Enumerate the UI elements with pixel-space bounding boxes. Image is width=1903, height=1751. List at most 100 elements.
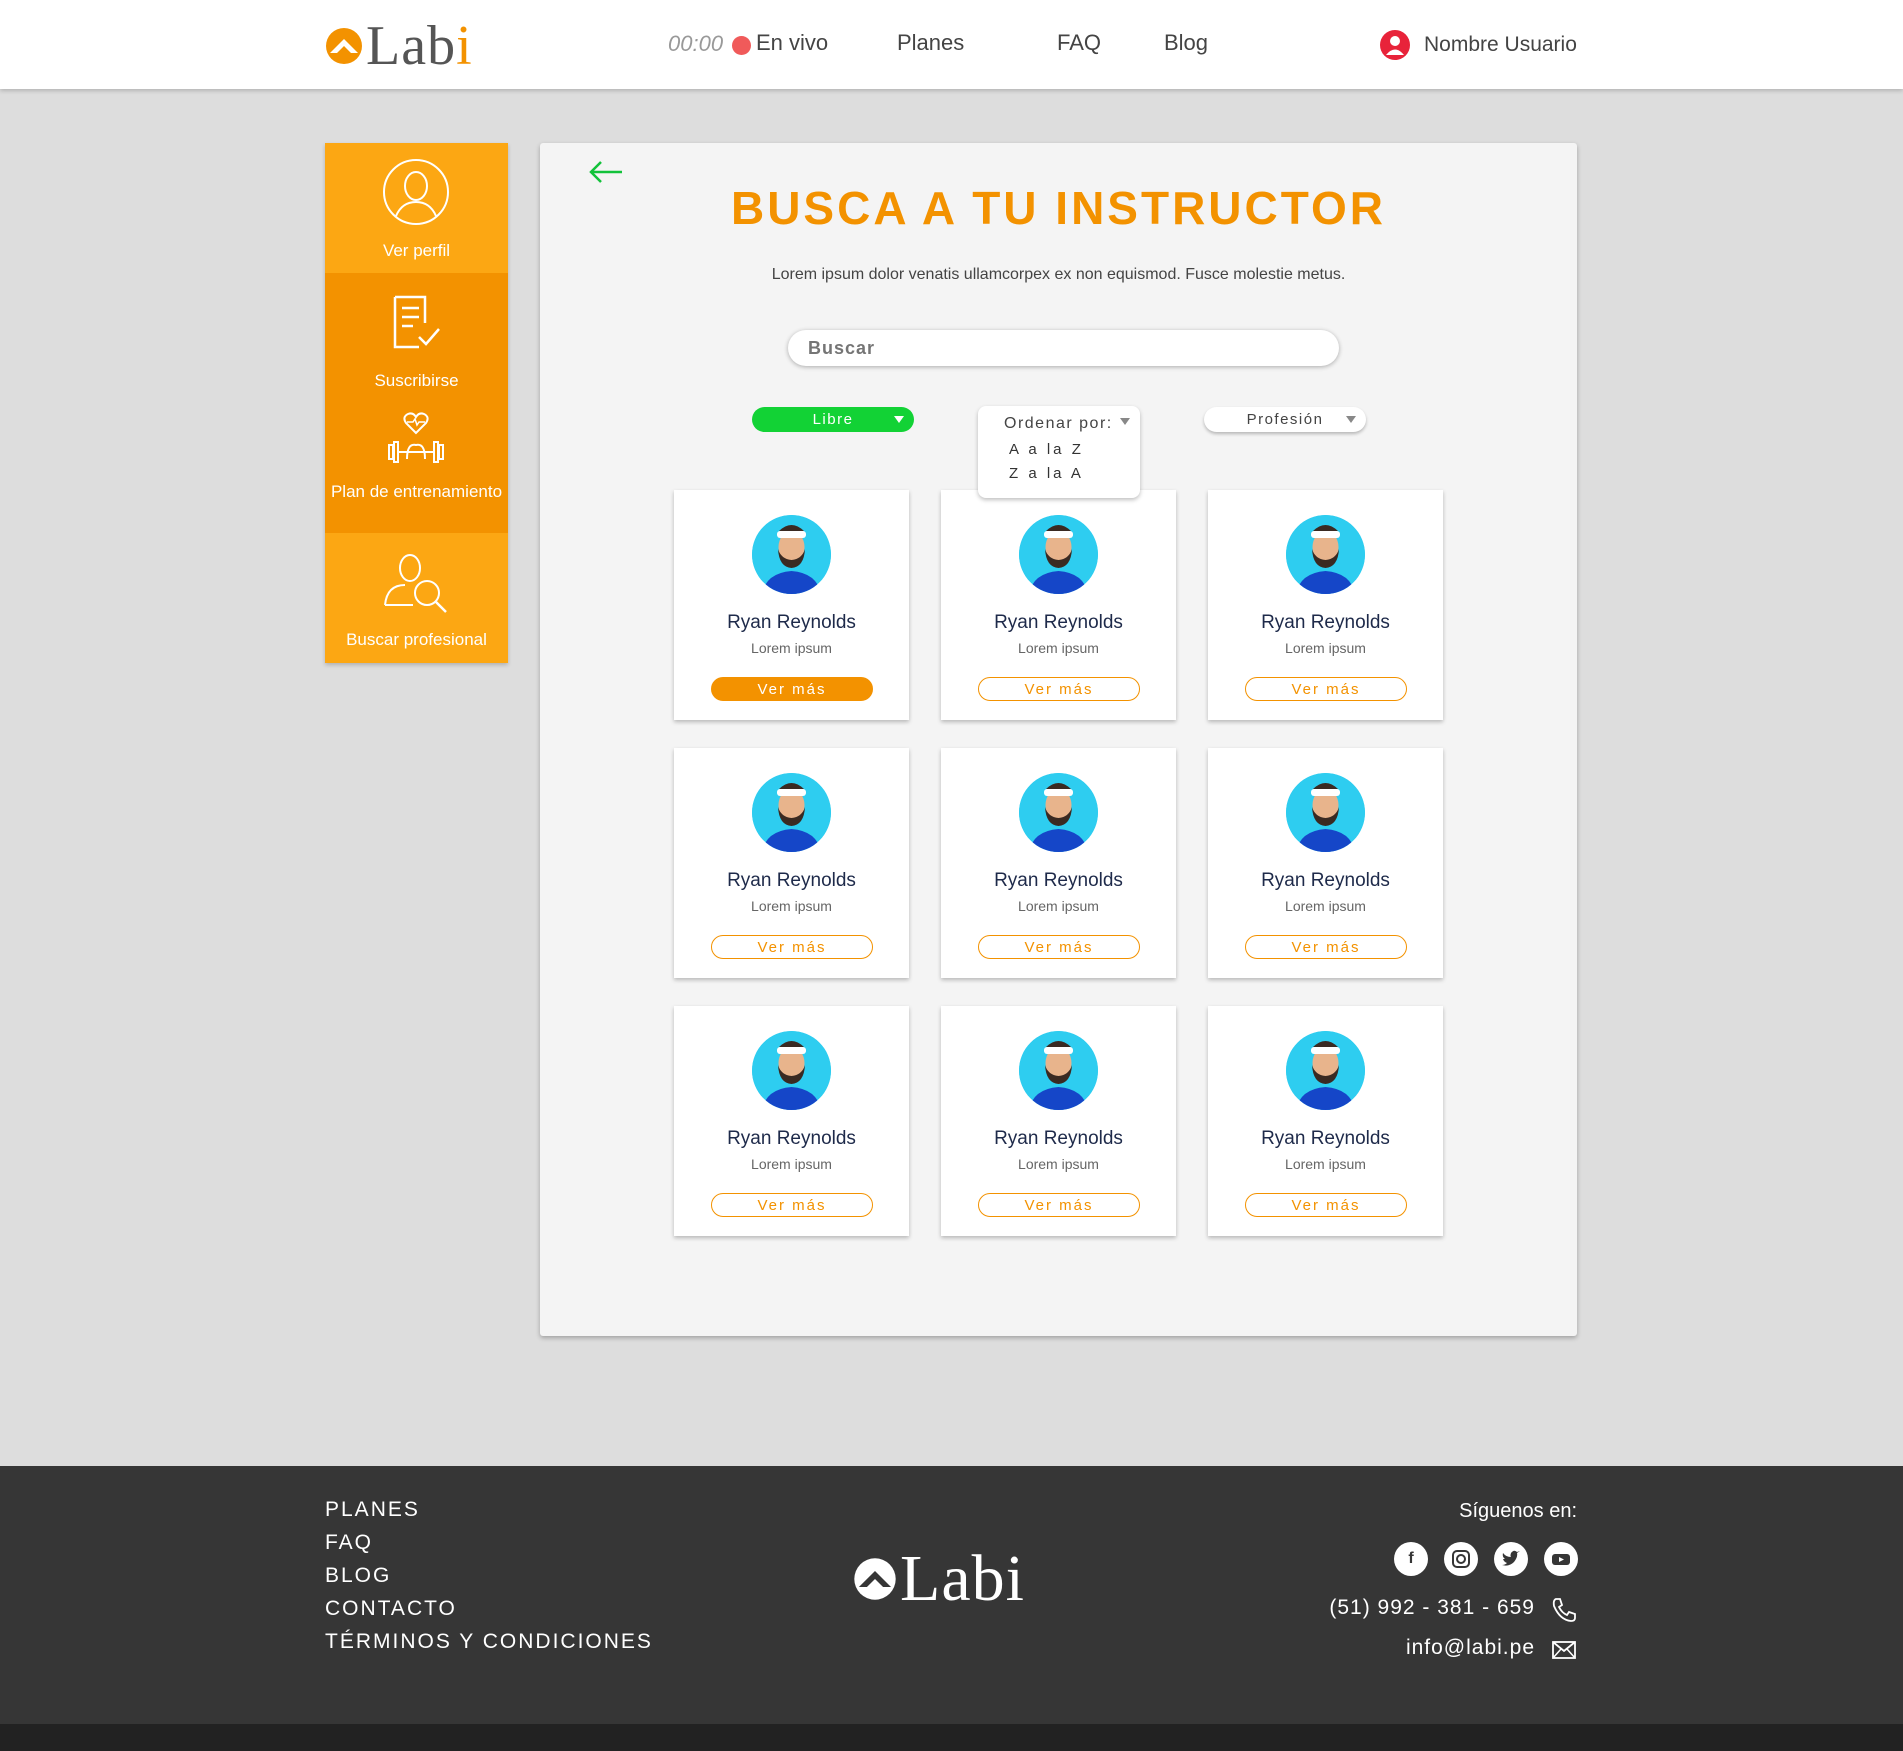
profession-filter-value: Profesión bbox=[1246, 411, 1324, 428]
chevron-down-icon bbox=[894, 416, 904, 423]
nav-live[interactable]: En vivo bbox=[756, 30, 828, 56]
ver-mas-button[interactable]: Ver más bbox=[978, 935, 1140, 959]
instructor-card[interactable]: Ryan Reynolds Lorem ipsum Ver más bbox=[1208, 490, 1443, 720]
instructor-role: Lorem ipsum bbox=[751, 1156, 832, 1172]
footer-bottom-bar bbox=[0, 1724, 1903, 1751]
email-address[interactable]: info@labi.pe bbox=[1406, 1636, 1535, 1660]
instructor-name: Ryan Reynolds bbox=[994, 870, 1123, 891]
instructor-role: Lorem ipsum bbox=[1018, 1156, 1099, 1172]
instructor-avatar bbox=[752, 1031, 831, 1110]
sidebar: Ver perfil Suscribirse Plan de entrenami… bbox=[325, 143, 508, 663]
instructor-card[interactable]: Ryan Reynolds Lorem ipsum Ver más bbox=[941, 1006, 1176, 1236]
top-header: Labi 00:00 En vivo Planes FAQ Blog Nombr… bbox=[0, 0, 1903, 89]
user-outline-icon bbox=[383, 159, 449, 225]
ver-mas-button[interactable]: Ver más bbox=[1245, 1193, 1407, 1217]
sidebar-item-label: Buscar profesional bbox=[346, 630, 487, 649]
document-check-icon bbox=[393, 295, 440, 349]
search-instructor-panel: BUSCA A TU INSTRUCTOR Lorem ipsum dolor … bbox=[540, 143, 1577, 1336]
instructor-name: Ryan Reynolds bbox=[994, 612, 1123, 633]
youtube-icon[interactable] bbox=[1544, 1542, 1578, 1576]
live-dot-icon bbox=[732, 36, 751, 55]
instructor-role: Lorem ipsum bbox=[1285, 898, 1366, 914]
instructor-avatar bbox=[1286, 1031, 1365, 1110]
sidebar-item-label: Plan de entrenamiento bbox=[330, 482, 503, 501]
ver-mas-button[interactable]: Ver más bbox=[711, 935, 873, 959]
nav-planes[interactable]: Planes bbox=[897, 30, 964, 56]
search-input[interactable] bbox=[788, 330, 1339, 366]
brand-logo[interactable]: Labi bbox=[324, 18, 473, 74]
footer-link-contacto[interactable]: CONTACTO bbox=[325, 1597, 457, 1621]
footer-link-terminos[interactable]: TÉRMINOS Y CONDICIONES bbox=[325, 1630, 653, 1654]
sort-option-z-a[interactable]: Z a la A bbox=[1009, 465, 1084, 482]
footer-link-blog[interactable]: BLOG bbox=[325, 1564, 391, 1588]
instructor-avatar bbox=[1286, 515, 1365, 594]
instructor-role: Lorem ipsum bbox=[1018, 640, 1099, 656]
sort-dropdown[interactable]: Ordenar por: A a la Z Z a la A bbox=[978, 406, 1140, 498]
instructor-card[interactable]: Ryan Reynolds Lorem ipsum Ver más bbox=[941, 490, 1176, 720]
instructor-role: Lorem ipsum bbox=[751, 898, 832, 914]
sidebar-item-label: Ver perfil bbox=[382, 241, 451, 260]
facebook-icon[interactable]: f bbox=[1394, 1542, 1428, 1576]
footer-logo[interactable]: Labi bbox=[852, 1546, 1025, 1612]
sort-option-a-z[interactable]: A a la Z bbox=[1009, 441, 1084, 458]
dumbbell-heart-icon bbox=[388, 412, 444, 463]
chevron-down-icon bbox=[1346, 416, 1356, 423]
user-avatar-icon bbox=[1380, 30, 1410, 60]
twitter-icon[interactable] bbox=[1494, 1542, 1528, 1576]
instructor-role: Lorem ipsum bbox=[1285, 640, 1366, 656]
mail-icon bbox=[1552, 1641, 1576, 1659]
instagram-icon[interactable] bbox=[1444, 1542, 1478, 1576]
page-title: BUSCA A TU INSTRUCTOR bbox=[730, 182, 1387, 234]
instructor-card[interactable]: Ryan Reynolds Lorem ipsum Ver más bbox=[1208, 1006, 1443, 1236]
sort-label: Ordenar por: bbox=[1004, 415, 1113, 432]
logo-mark-icon bbox=[326, 28, 362, 64]
instructor-avatar bbox=[752, 515, 831, 594]
instructor-role: Lorem ipsum bbox=[1018, 898, 1099, 914]
instructor-role: Lorem ipsum bbox=[1285, 1156, 1366, 1172]
ver-mas-button[interactable]: Ver más bbox=[978, 677, 1140, 701]
footer-link-planes[interactable]: PLANES bbox=[325, 1498, 420, 1522]
instructor-avatar bbox=[752, 773, 831, 852]
ver-mas-button[interactable]: Ver más bbox=[711, 677, 873, 701]
footer-link-faq[interactable]: FAQ bbox=[325, 1531, 373, 1555]
instructor-name: Ryan Reynolds bbox=[727, 612, 856, 633]
ver-mas-button[interactable]: Ver más bbox=[711, 1193, 873, 1217]
live-timer: 00:00 bbox=[668, 31, 724, 56]
instructor-card[interactable]: Ryan Reynolds Lorem ipsum Ver más bbox=[674, 1006, 909, 1236]
instructor-card[interactable]: Ryan Reynolds Lorem ipsum Ver más bbox=[1208, 748, 1443, 978]
footer-logo-text: Labi bbox=[900, 1542, 1025, 1615]
chevron-down-icon bbox=[1120, 418, 1130, 425]
status-filter-select[interactable]: Libre bbox=[752, 407, 914, 432]
logo-mark-icon bbox=[854, 1558, 896, 1600]
user-name: Nombre Usuario bbox=[1424, 33, 1577, 56]
instructor-card[interactable]: Ryan Reynolds Lorem ipsum Ver más bbox=[941, 748, 1176, 978]
instructor-card[interactable]: Ryan Reynolds Lorem ipsum Ver más bbox=[674, 490, 909, 720]
instructor-avatar bbox=[1019, 515, 1098, 594]
user-search-icon bbox=[384, 554, 447, 613]
instructor-role: Lorem ipsum bbox=[751, 640, 832, 656]
instructor-name: Ryan Reynolds bbox=[1261, 612, 1390, 633]
follow-label: Síguenos en: bbox=[1459, 1500, 1577, 1522]
instructor-avatar bbox=[1019, 1031, 1098, 1110]
nav-blog[interactable]: Blog bbox=[1164, 30, 1208, 56]
logo-text: Labi bbox=[366, 15, 473, 77]
sidebar-item-buscar-profesional[interactable]: Buscar profesional bbox=[325, 533, 508, 663]
ver-mas-button[interactable]: Ver más bbox=[1245, 677, 1407, 701]
user-menu[interactable]: Nombre Usuario bbox=[1380, 30, 1577, 60]
phone-icon bbox=[1552, 1598, 1576, 1622]
ver-mas-button[interactable]: Ver más bbox=[978, 1193, 1140, 1217]
instructor-avatar bbox=[1286, 773, 1365, 852]
sidebar-item-ver-perfil[interactable]: Ver perfil bbox=[325, 143, 508, 273]
instructor-card[interactable]: Ryan Reynolds Lorem ipsum Ver más bbox=[674, 748, 909, 978]
phone-number[interactable]: (51) 992 - 381 - 659 bbox=[1329, 1596, 1535, 1620]
profession-filter-select[interactable]: Profesión bbox=[1204, 407, 1366, 432]
instructor-name: Ryan Reynolds bbox=[1261, 870, 1390, 891]
sidebar-item-suscribirse[interactable]: Suscribirse bbox=[325, 273, 508, 403]
sidebar-item-plan-entrenamiento[interactable]: Plan de entrenamiento bbox=[325, 403, 508, 533]
instructor-name: Ryan Reynolds bbox=[727, 1128, 856, 1149]
page-subtitle: Lorem ipsum dolor venatis ullamcorpex ex… bbox=[771, 266, 1346, 283]
ver-mas-button[interactable]: Ver más bbox=[1245, 935, 1407, 959]
instructor-name: Ryan Reynolds bbox=[994, 1128, 1123, 1149]
nav-faq[interactable]: FAQ bbox=[1057, 30, 1101, 56]
instructor-name: Ryan Reynolds bbox=[727, 870, 856, 891]
